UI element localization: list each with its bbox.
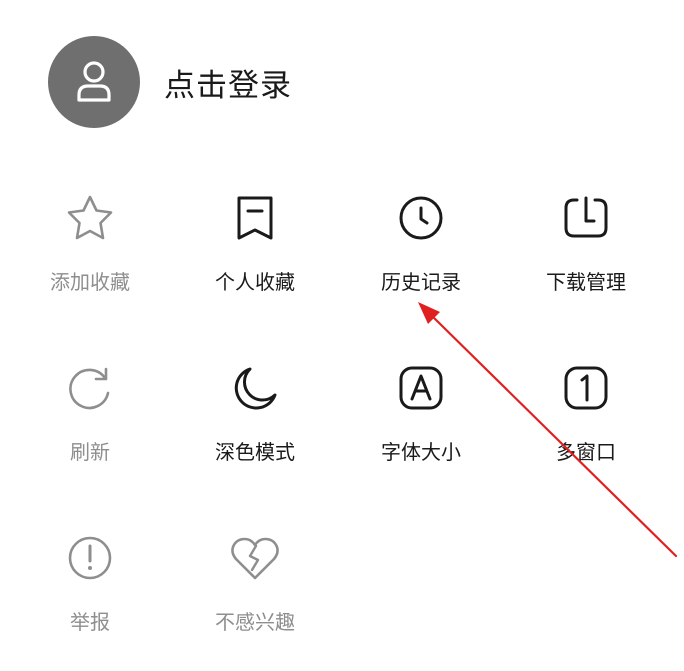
menu-item-font-size[interactable]: 字体大小: [346, 360, 496, 490]
clock-icon: [393, 190, 449, 246]
star-icon: [62, 190, 118, 246]
menu-item-label: 多窗口: [556, 440, 616, 464]
menu-item-label: 添加收藏: [50, 270, 130, 294]
menu-item-dark-mode[interactable]: 深色模式: [180, 360, 330, 490]
menu-item-not-interested[interactable]: 不感兴趣: [180, 530, 330, 660]
menu-item-label: 不感兴趣: [215, 610, 295, 634]
menu-item-label: 字体大小: [381, 440, 461, 464]
menu-item-label: 下载管理: [546, 270, 626, 294]
menu-item-refresh[interactable]: 刷新: [15, 360, 165, 490]
menu-item-my-favorites[interactable]: 个人收藏: [180, 190, 330, 320]
login-row[interactable]: 点击登录: [48, 36, 292, 128]
download-icon: [558, 190, 614, 246]
refresh-icon: [62, 360, 118, 416]
menu-item-label: 历史记录: [381, 270, 461, 294]
menu-panel: 点击登录 添加收藏 个人收藏 历史记录 下载管理 刷新 深色模式 字体大小 多窗…: [0, 0, 684, 671]
login-label[interactable]: 点击登录: [164, 60, 292, 105]
moon-icon: [227, 360, 283, 416]
avatar[interactable]: [48, 36, 140, 128]
menu-item-report[interactable]: 举报: [15, 530, 165, 660]
multi-window-icon: [558, 360, 614, 416]
menu-item-label: 深色模式: [215, 440, 295, 464]
menu-item-add-favorite[interactable]: 添加收藏: [15, 190, 165, 320]
broken-heart-icon: [227, 530, 283, 586]
font-size-icon: [393, 360, 449, 416]
bookmark-icon: [227, 190, 283, 246]
menu-item-label: 刷新: [70, 440, 110, 464]
user-icon: [77, 61, 111, 102]
menu-item-label: 个人收藏: [215, 270, 295, 294]
menu-item-multi-window[interactable]: 多窗口: [511, 360, 661, 490]
menu-item-history[interactable]: 历史记录: [346, 190, 496, 320]
menu-item-downloads[interactable]: 下载管理: [511, 190, 661, 320]
report-icon: [62, 530, 118, 586]
menu-item-label: 举报: [70, 610, 110, 634]
